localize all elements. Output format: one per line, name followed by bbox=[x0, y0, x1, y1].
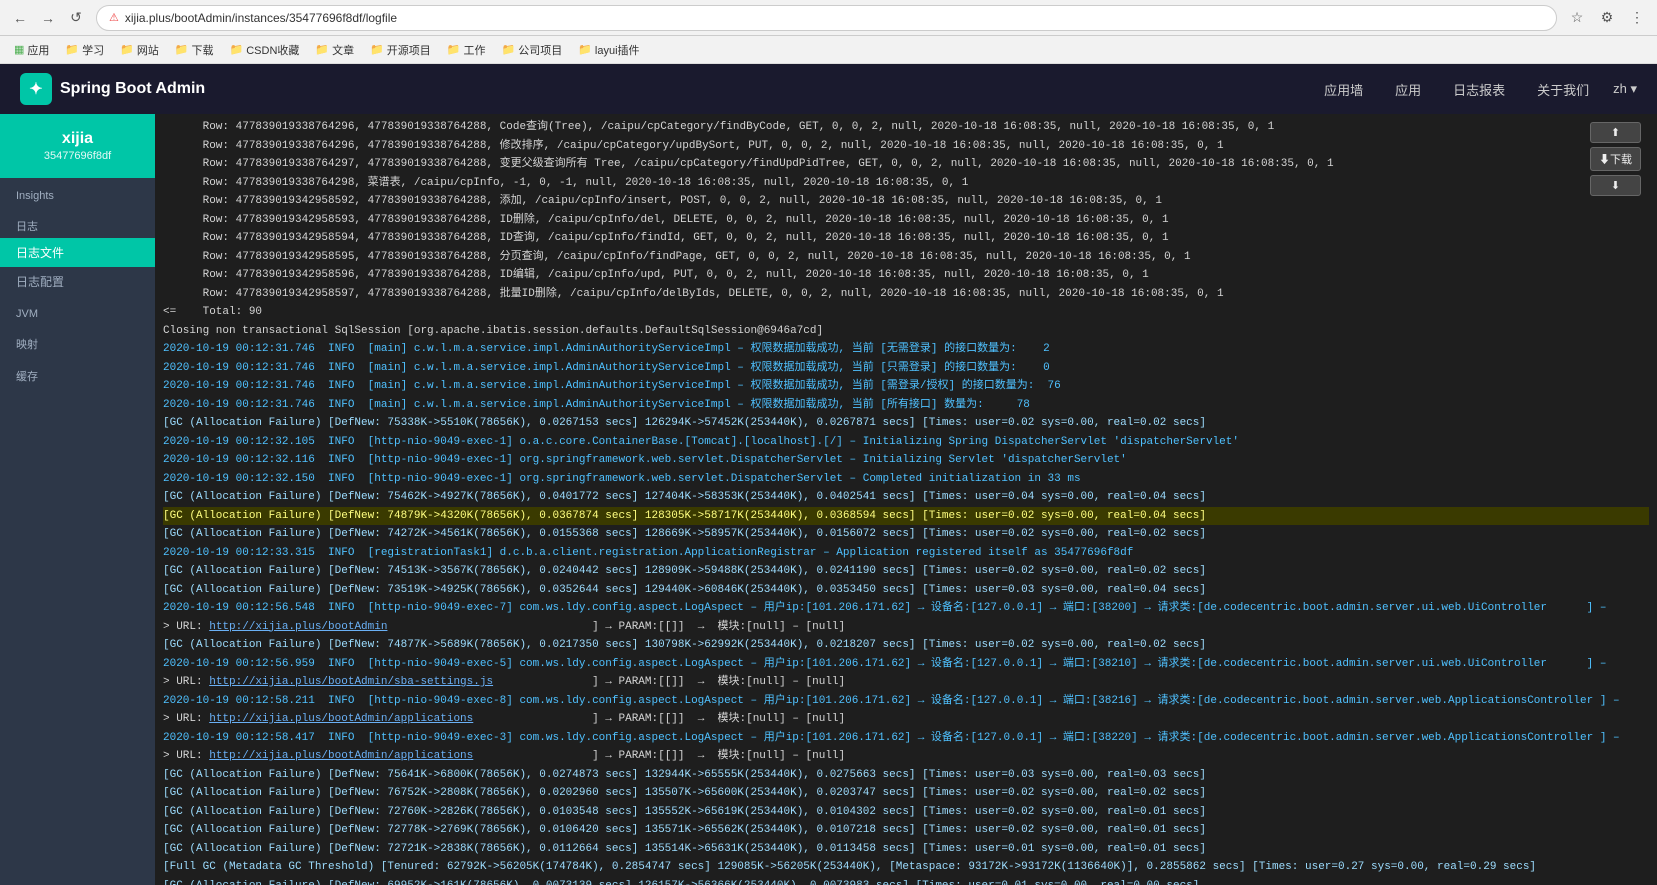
bookmark-apps[interactable]: ▦ 应用 bbox=[8, 40, 55, 60]
nav-item-about[interactable]: 关于我们 bbox=[1529, 76, 1597, 103]
log-link[interactable]: http://xijia.plus/bootAdmin bbox=[209, 621, 387, 633]
bookmark-icon[interactable]: ☆ bbox=[1565, 6, 1589, 30]
log-line: [GC (Allocation Failure) [DefNew: 72760K… bbox=[163, 803, 1649, 822]
sidebar-item-logconfig[interactable]: 日志配置 bbox=[0, 267, 155, 296]
log-line: [GC (Allocation Failure) [DefNew: 73519K… bbox=[163, 581, 1649, 600]
address-bar[interactable]: ⚠ xijia.plus/bootAdmin/instances/3547769… bbox=[96, 5, 1557, 31]
bookmark-company[interactable]: 📁 公司项目 bbox=[496, 40, 569, 60]
log-line: > URL: http://xijia.plus/bootAdmin/appli… bbox=[163, 710, 1649, 729]
log-line: Row: 477839019342958596, 477839019338764… bbox=[163, 266, 1649, 285]
bookmark-work[interactable]: 📁 工作 bbox=[441, 40, 492, 60]
top-navbar: ✦ Spring Boot Admin 应用墙 应用 日志报表 关于我们 zh … bbox=[0, 64, 1657, 114]
bookmark-layui[interactable]: 📁 layui插件 bbox=[572, 40, 645, 60]
forward-button[interactable]: → bbox=[36, 6, 60, 30]
nav-item-wall[interactable]: 应用墙 bbox=[1316, 76, 1371, 103]
browser-action-buttons: ☆ ⚙ ⋮ bbox=[1565, 6, 1649, 30]
log-line: 2020-10-19 00:12:32.150 INFO [http-nio-9… bbox=[163, 470, 1649, 489]
log-line: Row: 477839019342958594, 477839019338764… bbox=[163, 229, 1649, 248]
sidebar-item-logfile[interactable]: 日志文件 bbox=[0, 238, 155, 267]
log-line: [GC (Allocation Failure) [DefNew: 72721K… bbox=[163, 840, 1649, 859]
nav-lang-switcher[interactable]: zh ▾ bbox=[1613, 81, 1637, 97]
scroll-bottom-button[interactable]: ⬇ bbox=[1590, 175, 1641, 196]
extensions-icon[interactable]: ⚙ bbox=[1595, 6, 1619, 30]
app-container: ✦ Spring Boot Admin 应用墙 应用 日志报表 关于我们 zh … bbox=[0, 64, 1657, 885]
back-button[interactable]: ← bbox=[8, 6, 32, 30]
log-link[interactable]: http://xijia.plus/bootAdmin/applications bbox=[209, 750, 473, 762]
log-line: 2020-10-19 00:12:32.116 INFO [http-nio-9… bbox=[163, 451, 1649, 470]
bookmark-download[interactable]: 📁 下载 bbox=[169, 40, 220, 60]
log-line: Row: 477839019338764298, 菜谱表, /caipu/cpI… bbox=[163, 174, 1649, 193]
log-line: Row: 477839019338764296, 477839019338764… bbox=[163, 118, 1649, 137]
log-line: 2020-10-19 00:12:31.746 INFO [main] c.w.… bbox=[163, 396, 1649, 415]
log-line: 2020-10-19 00:12:32.105 INFO [http-nio-9… bbox=[163, 433, 1649, 452]
sidebar-mapping-section: 映射 bbox=[0, 324, 155, 356]
log-line: [GC (Allocation Failure) [DefNew: 69952K… bbox=[163, 877, 1649, 885]
insecure-lock-icon: ⚠ bbox=[109, 11, 119, 24]
sidebar-insights-title: Insights bbox=[0, 178, 155, 206]
log-line: <= Total: 90 bbox=[163, 303, 1649, 322]
log-link[interactable]: http://xijia.plus/bootAdmin/sba-settings… bbox=[209, 676, 493, 688]
log-line: > URL: http://xijia.plus/bootAdmin/appli… bbox=[163, 747, 1649, 766]
log-line: > URL: http://xijia.plus/bootAdmin/sba-s… bbox=[163, 673, 1649, 692]
sidebar-instance-id: 35477696f8df bbox=[16, 150, 139, 162]
log-line: Row: 477839019338764297, 477839019338764… bbox=[163, 155, 1649, 174]
log-line: [GC (Allocation Failure) [DefNew: 75338K… bbox=[163, 414, 1649, 433]
download-button[interactable]: ⬇下载 bbox=[1590, 147, 1641, 171]
bookmark-website[interactable]: 📁 网站 bbox=[114, 40, 165, 60]
sidebar: xijia 35477696f8df Insights 日志 日志文件 日志配置… bbox=[0, 114, 155, 885]
brand-name: Spring Boot Admin bbox=[60, 80, 205, 98]
log-content[interactable]: Row: 477839019338764296, 477839019338764… bbox=[155, 114, 1657, 885]
log-line: [GC (Allocation Failure) [DefNew: 74879K… bbox=[163, 507, 1649, 526]
log-line: 2020-10-19 00:12:56.959 INFO [http-nio-9… bbox=[163, 655, 1649, 674]
sidebar-jvm-section: JVM bbox=[0, 296, 155, 324]
log-line: [GC (Allocation Failure) [DefNew: 74513K… bbox=[163, 562, 1649, 581]
menu-icon[interactable]: ⋮ bbox=[1625, 6, 1649, 30]
log-line: [GC (Allocation Failure) [DefNew: 75462K… bbox=[163, 488, 1649, 507]
log-toolbar: ⬆ ⬇下载 ⬇ bbox=[1590, 122, 1641, 196]
bookmark-study[interactable]: 📁 学习 bbox=[59, 40, 110, 60]
reload-button[interactable]: ↺ bbox=[64, 6, 88, 30]
log-line: [GC (Allocation Failure) [DefNew: 72778K… bbox=[163, 821, 1649, 840]
bookmark-csdn[interactable]: 📁 CSDN收藏 bbox=[224, 40, 306, 60]
log-line: 2020-10-19 00:12:31.746 INFO [main] c.w.… bbox=[163, 340, 1649, 359]
log-line: Row: 477839019342958595, 477839019338764… bbox=[163, 248, 1649, 267]
log-line: 2020-10-19 00:12:31.746 INFO [main] c.w.… bbox=[163, 377, 1649, 396]
sidebar-log-section: 日志 bbox=[0, 206, 155, 238]
brand-logo-area: ✦ Spring Boot Admin bbox=[20, 73, 205, 105]
brand-logo: ✦ bbox=[20, 73, 52, 105]
log-line: 2020-10-19 00:12:31.746 INFO [main] c.w.… bbox=[163, 359, 1649, 378]
log-area: ⬆ ⬇下载 ⬇ Row: 477839019338764296, 4778390… bbox=[155, 114, 1657, 885]
log-line: Row: 477839019342958592, 477839019338764… bbox=[163, 192, 1649, 211]
log-link[interactable]: http://xijia.plus/bootAdmin/applications bbox=[209, 713, 473, 725]
log-line: 2020-10-19 00:12:33.315 INFO [registrati… bbox=[163, 544, 1649, 563]
log-line: Row: 477839019338764296, 477839019338764… bbox=[163, 137, 1649, 156]
bookmark-opensource[interactable]: 📁 开源项目 bbox=[364, 40, 437, 60]
log-line: > URL: http://xijia.plus/bootAdmin ] → P… bbox=[163, 618, 1649, 637]
browser-nav-buttons: ← → ↺ bbox=[8, 6, 88, 30]
log-line: 2020-10-19 00:12:56.548 INFO [http-nio-9… bbox=[163, 599, 1649, 618]
log-line: [GC (Allocation Failure) [DefNew: 74877K… bbox=[163, 636, 1649, 655]
log-line: Closing non transactional SqlSession [or… bbox=[163, 322, 1649, 341]
sidebar-username: xijia bbox=[16, 130, 139, 148]
log-line: Row: 477839019342958597, 477839019338764… bbox=[163, 285, 1649, 304]
sidebar-cache-section: 缓存 bbox=[0, 356, 155, 388]
scroll-top-button[interactable]: ⬆ bbox=[1590, 122, 1641, 143]
log-line: [GC (Allocation Failure) [DefNew: 76752K… bbox=[163, 784, 1649, 803]
sidebar-user-info: xijia 35477696f8df bbox=[0, 114, 155, 178]
main-area: xijia 35477696f8df Insights 日志 日志文件 日志配置… bbox=[0, 114, 1657, 885]
log-line: [GC (Allocation Failure) [DefNew: 75641K… bbox=[163, 766, 1649, 785]
nav-item-app[interactable]: 应用 bbox=[1387, 76, 1429, 103]
log-line: [Full GC (Metadata GC Threshold) [Tenure… bbox=[163, 858, 1649, 877]
log-line: Row: 477839019342958593, 477839019338764… bbox=[163, 211, 1649, 230]
bookmarks-bar: ▦ 应用 📁 学习 📁 网站 📁 下载 📁 CSDN收藏 📁 文章 📁 开源项目… bbox=[0, 36, 1657, 64]
bookmark-articles[interactable]: 📁 文章 bbox=[309, 40, 360, 60]
log-line: [GC (Allocation Failure) [DefNew: 74272K… bbox=[163, 525, 1649, 544]
nav-item-logreport[interactable]: 日志报表 bbox=[1445, 76, 1513, 103]
log-line: 2020-10-19 00:12:58.211 INFO [http-nio-9… bbox=[163, 692, 1649, 711]
log-line: 2020-10-19 00:12:58.417 INFO [http-nio-9… bbox=[163, 729, 1649, 748]
url-text: xijia.plus/bootAdmin/instances/35477696f… bbox=[125, 11, 397, 25]
browser-bar: ← → ↺ ⚠ xijia.plus/bootAdmin/instances/3… bbox=[0, 0, 1657, 36]
